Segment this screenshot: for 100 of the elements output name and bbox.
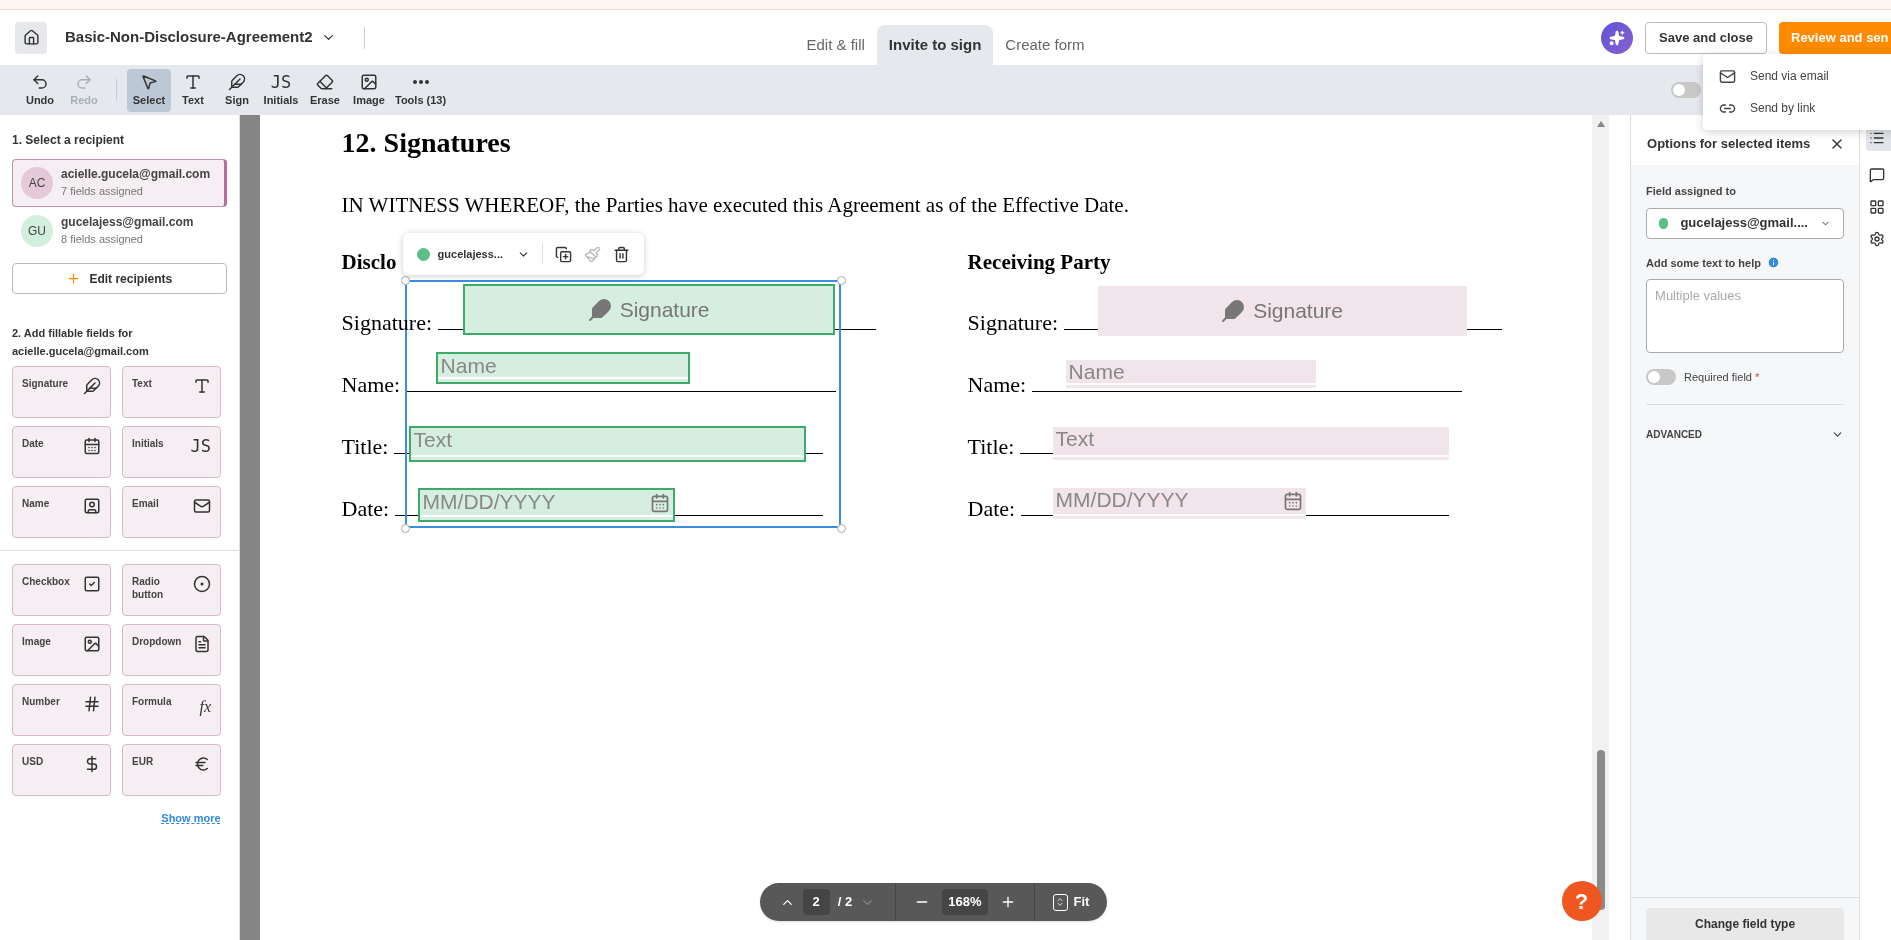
field-placeholder: Name <box>440 354 497 378</box>
field-type-card[interactable]: Initials JS <box>122 426 221 478</box>
recipient-count: 7 fields assigned <box>61 184 144 199</box>
toolbar-button[interactable]: Sign <box>215 68 259 112</box>
field-type-card[interactable]: Number <box>12 684 111 736</box>
calendar-icon <box>649 493 670 513</box>
signature-field[interactable]: Signature <box>1097 286 1467 336</box>
field-type-card[interactable]: Name <box>12 486 111 538</box>
field-label: Signature: <box>967 309 1058 337</box>
signature-field[interactable]: Signature <box>462 284 835 335</box>
required-toggle[interactable] <box>1646 369 1677 386</box>
fit-button[interactable]: Fit <box>1034 892 1108 912</box>
paragraph: IN WITNESS WHEREOF, the Parties have executed this Agreement as of the Effective Date. <box>341 192 1130 219</box>
contact-icon <box>83 497 101 515</box>
field-type-card[interactable]: Radio button <box>122 564 221 616</box>
field-placeholder: Text <box>413 428 453 452</box>
toolbar-button[interactable]: Select <box>127 68 171 112</box>
toolbar-button[interactable]: Image <box>347 68 391 112</box>
image-icon <box>83 635 101 653</box>
field-type-card[interactable]: Image <box>12 624 111 676</box>
help-text-field[interactable]: Multiple values <box>1646 279 1845 353</box>
toolbar-button[interactable]: Undo <box>18 68 62 112</box>
recipient-count: 8 fields assigned <box>61 232 144 247</box>
euro-icon <box>193 755 211 773</box>
recipient-select[interactable]: gucelajess... <box>416 245 530 263</box>
document-title[interactable]: Basic-Non-Disclosure-Agreement2 <box>65 26 336 49</box>
mail-icon <box>193 497 211 515</box>
more-icon <box>412 80 429 84</box>
sparkles-icon <box>1609 29 1625 46</box>
mode-tab[interactable]: Edit & fill <box>794 25 877 65</box>
field-type-card[interactable]: EUR <box>122 744 221 796</box>
field-label: Date: <box>341 495 390 523</box>
home-button[interactable] <box>15 21 47 54</box>
feather-icon <box>228 73 246 91</box>
pointer-icon <box>140 73 158 91</box>
toolbar-button[interactable]: Erase <box>303 68 347 112</box>
mode-tab[interactable]: Create form <box>993 25 1097 65</box>
field-type-card[interactable]: Signature <box>12 366 111 418</box>
mode-tab[interactable]: Invite to sign <box>876 25 994 65</box>
field-label: Field assigned to <box>1646 184 1737 199</box>
assistant-button[interactable] <box>1601 21 1633 54</box>
copy-icon <box>555 245 572 263</box>
field-type-card[interactable]: Date <box>12 426 111 478</box>
feather-icon <box>587 297 612 322</box>
advanced-section[interactable]: ADVANCED <box>1646 426 1845 442</box>
save-close-button[interactable]: Save and close <box>1645 21 1767 54</box>
resize-handle[interactable] <box>400 524 410 533</box>
field-placeholder: MM/DD/YYYY <box>1055 488 1189 512</box>
resize-handle[interactable] <box>836 524 846 533</box>
comment-icon[interactable] <box>1869 167 1886 183</box>
redo-icon <box>75 73 93 91</box>
toolbar-button[interactable]: JS Initials <box>259 68 303 112</box>
scrollbar[interactable] <box>1592 115 1610 940</box>
field-placeholder: Signature <box>619 296 710 323</box>
mail-icon <box>1719 67 1736 85</box>
delete-button[interactable] <box>613 245 630 263</box>
field-label: Add some text to help <box>1646 255 1761 271</box>
resize-handle[interactable] <box>400 276 410 285</box>
section-heading: 1. Select a recipient <box>12 132 126 149</box>
field-type-card[interactable]: USD <box>12 744 111 796</box>
field-placeholder: Text <box>1055 427 1095 451</box>
grid-icon[interactable] <box>1869 199 1886 215</box>
field-type-card[interactable]: Formula fx <box>122 684 221 736</box>
menu-item[interactable]: Send by link <box>1703 92 1891 124</box>
avatar: AC <box>21 167 53 199</box>
recipient-email: acielle.gucela@gmail.com <box>12 344 150 359</box>
fit-icon <box>1052 893 1068 911</box>
resize-handle[interactable] <box>836 276 846 285</box>
page-field[interactable]: 2 <box>802 889 830 915</box>
field-label: Title: <box>967 433 1015 461</box>
calendar-icon <box>83 437 101 455</box>
change-type-button[interactable]: Change field type <box>1646 908 1845 940</box>
duplicate-button[interactable] <box>555 245 572 263</box>
feather-icon <box>83 377 101 395</box>
edit-recipients-button[interactable]: Edit recipients <box>12 263 227 294</box>
recipient-item[interactable]: GU gucelajess@gmail.com 8 fields assigned <box>12 207 227 255</box>
show-more-link[interactable]: Show more <box>161 810 221 827</box>
calendar-icon <box>1282 491 1303 511</box>
field-label: Name: <box>341 371 401 399</box>
zoom-field[interactable]: 168% <box>942 889 988 915</box>
formula-glyph: fx <box>199 697 211 718</box>
field-type-card[interactable]: Dropdown <box>122 624 221 676</box>
recipient-item[interactable]: AC acielle.gucela@gmail.com 7 fields assigned <box>12 159 227 207</box>
field-type-card[interactable]: Email <box>122 486 221 538</box>
recipient-select[interactable]: gucelajess@gmail.... <box>1646 207 1845 239</box>
menu-item[interactable]: Send via email <box>1703 60 1891 92</box>
home-icon <box>22 29 40 46</box>
initials-glyph: JS <box>270 73 292 91</box>
toolbar-button[interactable]: Tools (13) <box>391 68 451 112</box>
toolbar-toggle[interactable] <box>1671 82 1701 98</box>
undo-icon <box>31 73 49 91</box>
recipient-email: gucelajess@gmail.com <box>61 214 194 231</box>
avatar: GU <box>21 215 53 247</box>
party-heading: Receiving Party <box>967 249 1111 277</box>
toolbar-button[interactable]: Text <box>171 68 215 112</box>
text-icon <box>193 377 211 395</box>
field-type-card[interactable]: Text <box>122 366 221 418</box>
field-type-card[interactable]: Checkbox <box>12 564 111 616</box>
recipient-email: acielle.gucela@gmail.com <box>61 166 211 183</box>
settings-icon[interactable] <box>1869 231 1886 247</box>
